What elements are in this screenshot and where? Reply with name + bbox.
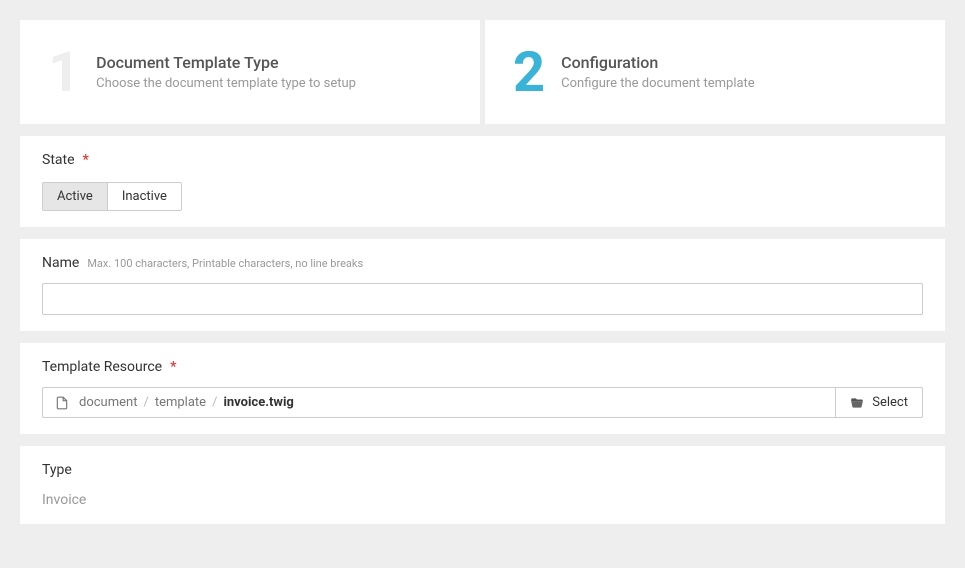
step-1-subtitle: Choose the document template type to set… — [96, 76, 356, 91]
template-resource-panel: Template Resource * document / template … — [20, 343, 945, 434]
name-input[interactable] — [42, 283, 923, 315]
state-label: State * — [42, 152, 923, 168]
step-1-title: Document Template Type — [96, 53, 356, 72]
path-segments: document / template / invoice.twig — [79, 395, 294, 410]
file-icon — [55, 396, 69, 410]
folder-open-icon — [850, 396, 864, 410]
step-1-number: 1 — [48, 44, 80, 100]
step-2-subtitle: Configure the document template — [561, 76, 755, 91]
template-resource-path: document / template / invoice.twig — [42, 387, 835, 418]
wizard-steps: 1 Document Template Type Choose the docu… — [20, 20, 945, 124]
type-label: Type — [42, 462, 923, 478]
step-2[interactable]: 2 Configuration Configure the document t… — [485, 20, 945, 124]
state-toggle-group: Active Inactive — [42, 182, 182, 211]
type-panel: Type Invoice — [20, 446, 945, 524]
select-button[interactable]: Select — [835, 387, 923, 418]
name-hint: Max. 100 characters, Printable character… — [87, 257, 363, 270]
template-resource-label: Template Resource * — [42, 359, 923, 375]
state-active-button[interactable]: Active — [43, 183, 108, 210]
name-panel: Name Max. 100 characters, Printable char… — [20, 239, 945, 331]
state-inactive-button[interactable]: Inactive — [108, 183, 181, 210]
step-2-title: Configuration — [561, 53, 755, 72]
step-2-number: 2 — [513, 44, 545, 100]
state-panel: State * Active Inactive — [20, 136, 945, 227]
required-indicator: * — [83, 152, 89, 168]
type-value: Invoice — [42, 492, 923, 508]
required-indicator: * — [170, 359, 176, 375]
name-label: Name Max. 100 characters, Printable char… — [42, 255, 923, 271]
step-1[interactable]: 1 Document Template Type Choose the docu… — [20, 20, 480, 124]
